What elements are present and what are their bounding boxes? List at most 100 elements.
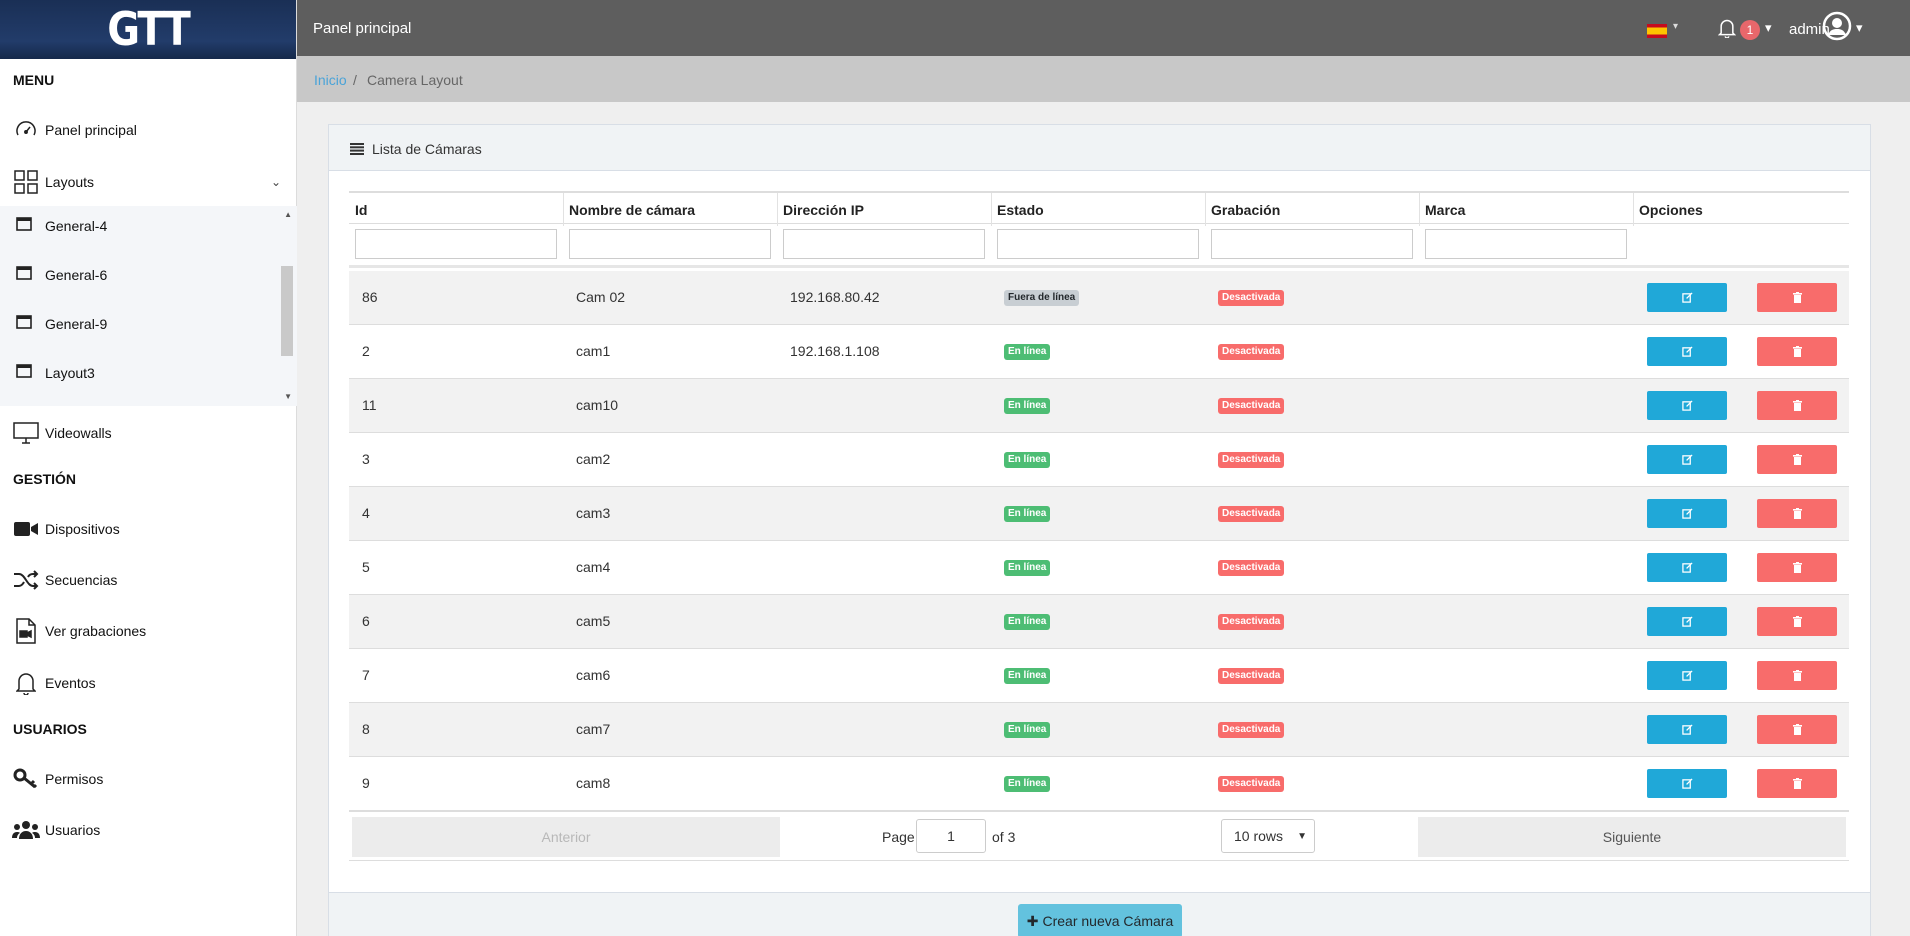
filter-status-input[interactable] xyxy=(997,229,1199,259)
card-header: Lista de Cámaras xyxy=(329,125,1870,171)
delete-button[interactable] xyxy=(1757,769,1837,798)
status-badge: En línea xyxy=(1004,506,1051,522)
edit-button[interactable] xyxy=(1647,607,1727,636)
caret-down-icon: ▼ xyxy=(1297,830,1307,842)
edit-button[interactable] xyxy=(1647,337,1727,366)
status-badge: En línea xyxy=(1004,344,1051,360)
column-header-recording[interactable]: Grabación xyxy=(1211,202,1280,218)
page-count-label: of 3 xyxy=(992,829,1016,845)
caret-down-icon[interactable]: ▾ xyxy=(1673,21,1678,32)
scroll-up-icon[interactable]: ▲ xyxy=(284,210,292,219)
delete-button[interactable] xyxy=(1757,337,1837,366)
breadcrumb-separator: / xyxy=(353,72,357,88)
section-menu: MENU xyxy=(13,72,55,88)
cell-id: 9 xyxy=(362,775,370,791)
plus-icon: ✚ xyxy=(1026,912,1039,929)
monitor-icon xyxy=(12,419,40,447)
status-badge: En línea xyxy=(1004,452,1051,468)
filter-name-input[interactable] xyxy=(569,229,771,259)
trash-icon xyxy=(1792,778,1802,789)
delete-button[interactable] xyxy=(1757,607,1837,636)
filter-id-input[interactable] xyxy=(355,229,557,259)
caret-down-icon[interactable]: ▾ xyxy=(1765,20,1772,36)
column-header-ip[interactable]: Dirección IP xyxy=(783,202,864,218)
column-header-id[interactable]: Id xyxy=(355,202,367,218)
delete-button[interactable] xyxy=(1757,283,1837,312)
edit-button[interactable] xyxy=(1647,499,1727,528)
trash-icon xyxy=(1792,346,1802,357)
scrollbar-thumb[interactable] xyxy=(281,266,293,356)
table-row[interactable]: 2 cam1 192.168.1.108 En línea Desactivada xyxy=(349,325,1849,379)
edit-button[interactable] xyxy=(1647,553,1727,582)
filter-recording-input[interactable] xyxy=(1211,229,1413,259)
column-divider[interactable] xyxy=(1205,193,1206,226)
create-camera-button[interactable]: ✚ Crear nueva Cámara xyxy=(1018,904,1182,936)
brand-logo[interactable]: GTT xyxy=(0,0,296,59)
notification-badge[interactable]: 1 xyxy=(1740,20,1760,40)
column-divider[interactable] xyxy=(1419,193,1420,226)
filter-ip-input[interactable] xyxy=(783,229,985,259)
trash-icon xyxy=(1792,562,1802,573)
breadcrumb-home-link[interactable]: Inicio xyxy=(314,72,347,88)
sidebar-subitem-general-9[interactable]: General-9 xyxy=(0,304,280,344)
sidebar-item-eventos[interactable]: Eventos xyxy=(0,663,297,703)
column-divider[interactable] xyxy=(777,193,778,226)
delete-button[interactable] xyxy=(1757,499,1837,528)
sidebar-subitem-general-4[interactable]: General-4 xyxy=(0,206,280,246)
edit-button[interactable] xyxy=(1647,283,1727,312)
edit-button[interactable] xyxy=(1647,769,1727,798)
delete-button[interactable] xyxy=(1757,445,1837,474)
scroll-down-icon[interactable]: ▼ xyxy=(284,392,292,401)
cell-ip-address: 192.168.80.42 xyxy=(790,289,880,305)
sidebar-item-secuencias[interactable]: Secuencias xyxy=(0,560,297,600)
table-row[interactable]: 3 cam2 En línea Desactivada xyxy=(349,433,1849,487)
sidebar-item-label: Ver grabaciones xyxy=(45,623,147,639)
table-row[interactable]: 11 cam10 En línea Desactivada xyxy=(349,379,1849,433)
table-row[interactable]: 9 cam8 En línea Desactivada xyxy=(349,757,1849,811)
edit-button[interactable] xyxy=(1647,715,1727,744)
delete-button[interactable] xyxy=(1757,391,1837,420)
filter-brand-input[interactable] xyxy=(1425,229,1627,259)
submenu-scrollbar[interactable]: ▲ ▼ xyxy=(281,206,296,406)
sidebar-subitem-layout3[interactable]: Layout3 xyxy=(0,353,280,393)
sidebar-item-usuarios[interactable]: Usuarios xyxy=(0,810,297,850)
edit-button[interactable] xyxy=(1647,445,1727,474)
edit-button[interactable] xyxy=(1647,661,1727,690)
delete-button[interactable] xyxy=(1757,715,1837,744)
rows-per-page-select[interactable]: 10 rows ▼ xyxy=(1221,819,1315,853)
next-page-button[interactable]: Siguiente xyxy=(1418,817,1846,857)
table-row[interactable]: 86 Cam 02 192.168.80.42 Fuera de línea Desac… xyxy=(349,271,1849,325)
sidebar-item-panel[interactable]: Panel principal xyxy=(0,110,297,150)
layouts-submenu: General-4 General-6 General-9 Layout3 ▲ … xyxy=(0,206,297,406)
table-row[interactable]: 7 cam6 En línea Desactivada xyxy=(349,649,1849,703)
table-row[interactable]: 4 cam3 En línea Desactivada xyxy=(349,487,1849,541)
delete-button[interactable] xyxy=(1757,661,1837,690)
sidebar-item-videowalls[interactable]: Videowalls xyxy=(0,413,297,453)
sidebar-item-permisos[interactable]: Permisos xyxy=(0,759,297,799)
cell-ip-address: 192.168.1.108 xyxy=(790,343,880,359)
column-header-status[interactable]: Estado xyxy=(997,202,1044,218)
notification-bell-icon[interactable] xyxy=(1717,18,1737,43)
table-row[interactable]: 6 cam5 En línea Desactivada xyxy=(349,595,1849,649)
caret-down-icon[interactable]: ▾ xyxy=(1856,20,1863,36)
sidebar-item-grabaciones[interactable]: Ver grabaciones xyxy=(0,611,297,651)
window-icon xyxy=(16,363,32,383)
chevron-down-icon: ⌄ xyxy=(270,175,281,189)
edit-button[interactable] xyxy=(1647,391,1727,420)
avatar[interactable] xyxy=(1822,11,1852,46)
column-divider[interactable] xyxy=(563,193,564,226)
sidebar-item-layouts[interactable]: Layouts ⌄ xyxy=(0,162,297,202)
table-row[interactable]: 8 cam7 En línea Desactivada xyxy=(349,703,1849,757)
sidebar-item-dispositivos[interactable]: Dispositivos xyxy=(0,509,297,549)
sidebar-subitem-general-6[interactable]: General-6 xyxy=(0,255,280,295)
page-number-input[interactable]: 1 xyxy=(916,819,986,853)
flag-spain-icon[interactable] xyxy=(1647,24,1667,38)
column-divider[interactable] xyxy=(1633,193,1634,226)
column-header-name[interactable]: Nombre de cámara xyxy=(569,202,695,218)
table-header-row: Id Nombre de cámara Dirección IP Estado … xyxy=(349,191,1849,226)
column-divider[interactable] xyxy=(991,193,992,226)
previous-page-button[interactable]: Anterior xyxy=(352,817,780,857)
table-row[interactable]: 5 cam4 En línea Desactivada xyxy=(349,541,1849,595)
column-header-brand[interactable]: Marca xyxy=(1425,202,1465,218)
delete-button[interactable] xyxy=(1757,553,1837,582)
